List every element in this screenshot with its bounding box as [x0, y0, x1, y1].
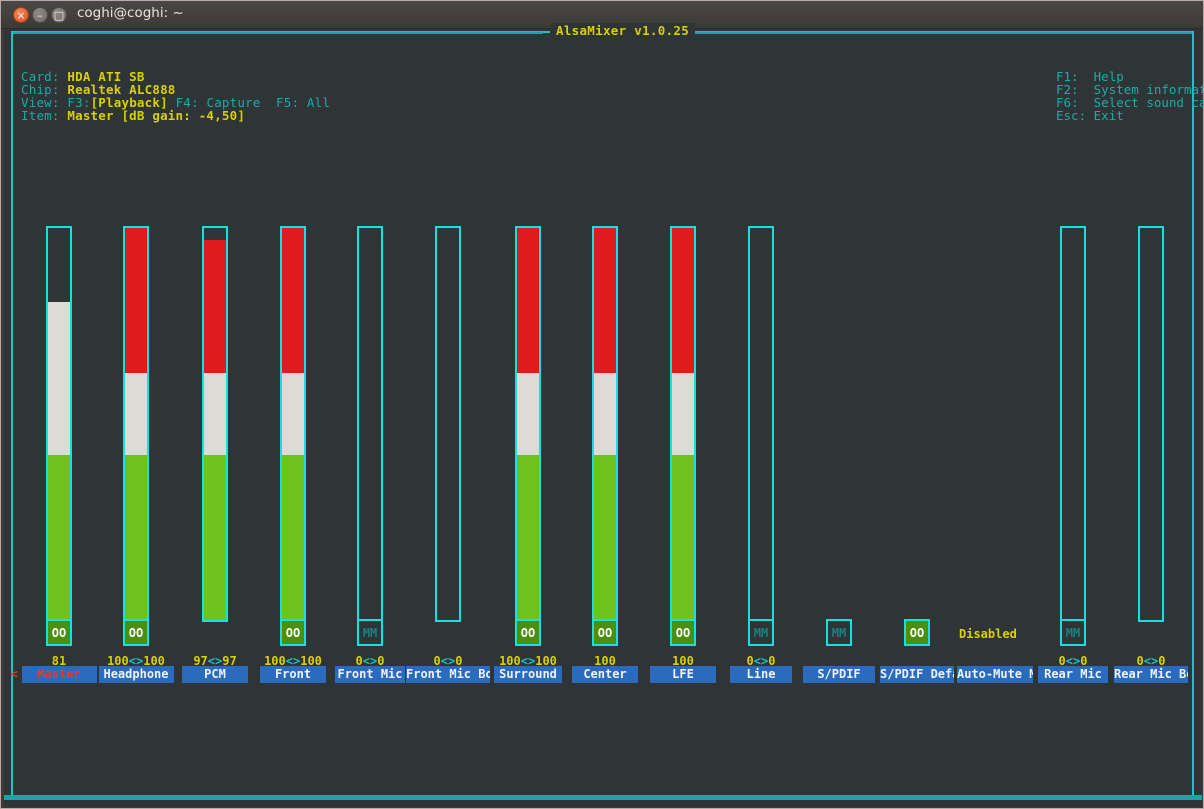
volume-segment-top — [282, 228, 304, 374]
channel-button-front-mic[interactable]: Front Mic — [335, 666, 405, 683]
volume-segment-top — [125, 228, 147, 374]
channel-button-rear-mic-boost[interactable]: Rear Mic Boo — [1114, 666, 1188, 683]
channel-button-headphone[interactable]: Headphone — [98, 666, 174, 683]
channel-button-lfe[interactable]: LFE — [650, 666, 716, 683]
close-glyph: × — [16, 9, 26, 22]
volume-bar[interactable] — [1138, 226, 1164, 622]
mute-toggle-muted[interactable]: MM — [1060, 619, 1086, 646]
volume-bar[interactable] — [46, 226, 72, 622]
close-icon[interactable]: × — [13, 7, 29, 23]
volume-segment-low — [517, 455, 539, 620]
channel-button-front-mic-boost[interactable]: Front Mic Boo — [406, 666, 490, 683]
mute-toggle-muted[interactable]: MM — [357, 619, 383, 646]
volume-segment-top — [517, 228, 539, 374]
volume-bar[interactable] — [202, 226, 228, 622]
channel-button-rear-mic[interactable]: Rear Mic — [1038, 666, 1108, 683]
mute-toggle-unmuted[interactable]: OO — [904, 619, 930, 646]
auto-mute-state-label: Disabled — [959, 627, 1017, 641]
terminal-content: AlsaMixer v1.0.25 Card: HDA ATI SB Chip:… — [4, 23, 1204, 807]
volume-segment-low — [125, 455, 147, 620]
channel-button-line[interactable]: Line — [730, 666, 792, 683]
mute-toggle-unmuted[interactable]: OO — [280, 619, 306, 646]
channel-button-center[interactable]: Center — [572, 666, 638, 683]
channel-button-s-pdif[interactable]: S/PDIF — [803, 666, 875, 683]
terminal-window: × – □ coghi@coghi: ~ AlsaMixer v1.0.25 C… — [0, 0, 1204, 809]
mute-toggle-unmuted[interactable]: OO — [46, 619, 72, 646]
mute-toggle-unmuted[interactable]: OO — [670, 619, 696, 646]
minimize-glyph: – — [37, 9, 43, 22]
volume-bar[interactable] — [123, 226, 149, 622]
maximize-icon[interactable]: □ — [51, 7, 67, 23]
volume-bar[interactable] — [592, 226, 618, 622]
volume-segment-top — [594, 228, 616, 374]
window-title: coghi@coghi: ~ — [77, 5, 184, 21]
volume-segment-low — [48, 455, 70, 620]
volume-segment-mid — [48, 302, 70, 456]
volume-segment-top — [204, 239, 226, 374]
volume-bar[interactable] — [515, 226, 541, 622]
prev-channel-arrow[interactable]: < — [11, 666, 18, 683]
channel-button-s-pdif-default[interactable]: S/PDIF Defau — [880, 666, 954, 683]
mute-toggle-unmuted[interactable]: OO — [592, 619, 618, 646]
volume-segment-low — [594, 455, 616, 620]
volume-bar[interactable] — [748, 226, 774, 622]
mute-toggle-unmuted[interactable]: OO — [515, 619, 541, 646]
minimize-icon[interactable]: – — [32, 7, 48, 23]
volume-bar[interactable] — [280, 226, 306, 622]
mixer-strips: OO81Master<>OO100<>100Headphone97<>97PCM… — [4, 29, 1188, 797]
volume-bar[interactable] — [357, 226, 383, 622]
volume-segment-low — [282, 455, 304, 620]
mute-toggle-unmuted[interactable]: OO — [123, 619, 149, 646]
mute-toggle-muted[interactable]: MM — [826, 619, 852, 646]
terminal-bottom-rule — [4, 795, 1202, 800]
channel-button-pcm[interactable]: PCM — [182, 666, 248, 683]
channel-button-master[interactable]: Master — [21, 666, 97, 683]
channel-button-surround[interactable]: Surround — [494, 666, 562, 683]
channel-button-auto-mute-mode[interactable]: Auto-Mute Mo — [957, 666, 1033, 683]
volume-bar[interactable] — [435, 226, 461, 622]
maximize-glyph: □ — [53, 9, 65, 22]
volume-segment-low — [204, 455, 226, 620]
mute-toggle-muted[interactable]: MM — [748, 619, 774, 646]
channel-button-front[interactable]: Front — [260, 666, 326, 683]
volume-segment-low — [672, 455, 694, 620]
volume-bar[interactable] — [1060, 226, 1086, 622]
volume-segment-top — [672, 228, 694, 374]
volume-bar[interactable] — [670, 226, 696, 622]
